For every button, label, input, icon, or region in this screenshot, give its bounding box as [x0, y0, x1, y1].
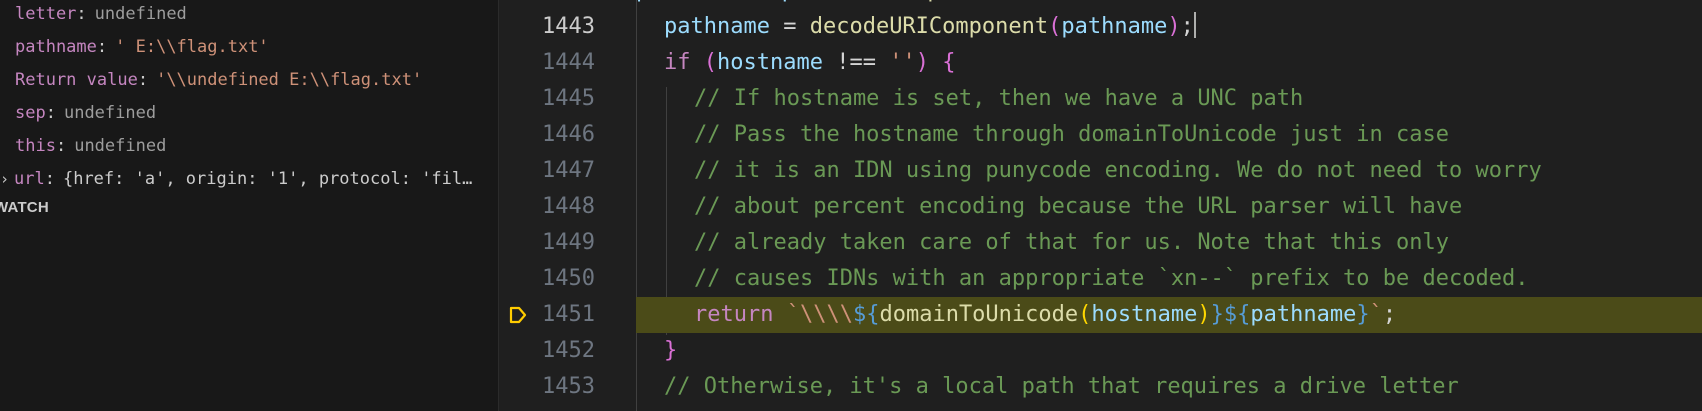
- variable-name: url: [14, 169, 45, 189]
- variable-row-return-value[interactable]: Return value: '\\undefined E:\\flag.txt': [0, 64, 498, 97]
- variable-value: '\\undefined E:\\flag.txt': [156, 70, 423, 90]
- colon: :: [76, 4, 87, 24]
- code-text[interactable]: // Pass the hostname through domainToUni…: [636, 117, 1702, 153]
- colon: :: [45, 103, 56, 123]
- vscode-debug-window: letter: undefined pathname: ' E:\\flag.txt…: [0, 0, 1702, 411]
- code-text[interactable]: }: [636, 333, 1702, 369]
- variable-value: undefined: [74, 136, 167, 156]
- colon: :: [44, 169, 55, 189]
- code-line-1443[interactable]: 1443 pathname = decodeURIComponent(pathn…: [499, 9, 1702, 45]
- line-number[interactable]: 1451: [499, 297, 595, 333]
- text-cursor: [1193, 12, 1196, 38]
- line-number[interactable]: 1446: [499, 117, 595, 153]
- code-text[interactable]: // Otherwise, it's a local path that req…: [636, 369, 1702, 405]
- code-text[interactable]: // already taken care of that for us. No…: [636, 225, 1702, 261]
- code-line-1451[interactable]: 1451 return `\\\\${domainToUnicode(hostn…: [499, 297, 1702, 333]
- code-line-1448[interactable]: 1448 // about percent encoding because t…: [499, 189, 1702, 225]
- code-text[interactable]: pathname = decodeURIComponent(pathname);: [636, 9, 1702, 45]
- line-number[interactable]: 1447: [499, 153, 595, 189]
- code-line-1444[interactable]: 1444 if (hostname !== '') {: [499, 45, 1702, 81]
- variable-row-this[interactable]: this: undefined: [0, 130, 498, 163]
- variable-value: undefined: [63, 103, 157, 123]
- code-editor[interactable]: pathname = pathname.replace(...); 1443 p…: [499, 0, 1702, 411]
- variable-row-sep[interactable]: sep: undefined: [0, 97, 498, 130]
- line-number[interactable]: 1445: [499, 81, 595, 117]
- variable-value: undefined: [94, 4, 187, 24]
- variable-name: letter: [15, 4, 77, 24]
- code-line-1447[interactable]: 1447 // it is an IDN using punycode enco…: [499, 153, 1702, 189]
- watch-section-header[interactable]: WATCH: [0, 194, 498, 222]
- variable-row-url[interactable]: › url: {href: 'a', origin: '1', protocol: …: [0, 163, 498, 196]
- code-line-1446[interactable]: 1446 // Pass the hostname through domain…: [499, 117, 1702, 153]
- code-line-1450[interactable]: 1450 // causes IDNs with an appropriate …: [499, 261, 1702, 297]
- code-line-1445[interactable]: 1445 // If hostname is set, then we have…: [499, 81, 1702, 117]
- chevron-right-icon[interactable]: ›: [0, 163, 14, 196]
- code-text[interactable]: // If hostname is set, then we have a UN…: [636, 81, 1702, 117]
- variable-name: sep: [15, 103, 46, 123]
- code-text[interactable]: if (hostname !== '') {: [636, 45, 1702, 81]
- variable-value: ' E:\\flag.txt': [115, 37, 269, 57]
- variable-name: Return value: [15, 70, 138, 90]
- colon: :: [137, 70, 149, 90]
- code-line-1452[interactable]: 1452 }: [499, 333, 1702, 369]
- colon: :: [55, 136, 67, 156]
- line-number[interactable]: 1444: [499, 45, 595, 81]
- code-text[interactable]: // causes IDNs with an appropriate `xn--…: [636, 261, 1702, 297]
- line-number[interactable]: 1449: [499, 225, 595, 261]
- variable-row-pathname[interactable]: pathname: ' E:\\flag.txt': [0, 31, 498, 64]
- cropped-previous-line: pathname = pathname.replace(...);: [636, 0, 1702, 9]
- variable-value: {href: 'a', origin: '1', protocol: 'fil…: [62, 169, 473, 189]
- line-number[interactable]: 1452: [499, 333, 595, 369]
- debug-variables-panel: letter: undefined pathname: ' E:\\flag.txt…: [0, 0, 499, 411]
- variable-name: this: [15, 136, 56, 156]
- variable-row-letter[interactable]: letter: undefined: [0, 0, 498, 31]
- code-line-1449[interactable]: 1449 // already taken care of that for u…: [499, 225, 1702, 261]
- code-text[interactable]: return `\\\\${domainToUnicode(hostname)}…: [636, 297, 1702, 333]
- code-line-1453[interactable]: 1453 // Otherwise, it's a local path tha…: [499, 369, 1702, 405]
- line-number[interactable]: 1453: [499, 369, 595, 405]
- code-text[interactable]: // about percent encoding because the UR…: [636, 189, 1702, 225]
- colon: :: [96, 37, 108, 57]
- line-number[interactable]: 1443: [499, 9, 595, 45]
- line-number[interactable]: 1448: [499, 189, 595, 225]
- line-number[interactable]: 1450: [499, 261, 595, 297]
- code-text[interactable]: // it is an IDN using punycode encoding.…: [636, 153, 1702, 189]
- variable-name: pathname: [15, 37, 97, 57]
